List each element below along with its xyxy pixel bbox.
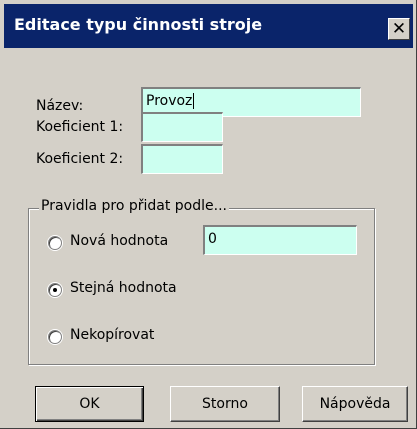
- radio-stejna-hodnota[interactable]: [48, 283, 62, 297]
- radio-nekopirovat[interactable]: [48, 330, 62, 344]
- close-button[interactable]: ✕: [388, 18, 410, 40]
- koeficient2-label: Koeficient 2:: [36, 151, 124, 167]
- dialog-window: Editace typu činnosti stroje ✕ Název: Pr…: [0, 0, 417, 429]
- nova-hodnota-input[interactable]: 0: [203, 225, 357, 255]
- radio-nova-hodnota[interactable]: [48, 236, 62, 250]
- napoveda-button[interactable]: Nápověda: [302, 386, 408, 422]
- radio-nekopirovat-label[interactable]: Nekopírovat: [70, 327, 154, 343]
- title-bar[interactable]: Editace typu činnosti stroje ✕: [4, 4, 413, 48]
- storno-button[interactable]: Storno: [170, 386, 280, 422]
- nova-hodnota-value: 0: [208, 231, 217, 247]
- nazev-label: Název:: [36, 98, 84, 114]
- window-title: Editace typu činnosti stroje: [14, 15, 263, 34]
- koeficient2-input[interactable]: [141, 144, 223, 174]
- ok-button[interactable]: OK: [35, 386, 144, 422]
- radio-nova-hodnota-label[interactable]: Nová hodnota: [70, 233, 168, 249]
- nazev-value: Provoz: [146, 93, 193, 109]
- rules-legend: Pravidla pro přidat podle...: [39, 198, 229, 214]
- radio-stejna-hodnota-label[interactable]: Stejná hodnota: [70, 280, 177, 296]
- koeficient1-label: Koeficient 1:: [36, 119, 124, 135]
- text-caret: [193, 93, 195, 109]
- koeficient1-input[interactable]: [141, 112, 223, 142]
- close-icon: ✕: [391, 19, 407, 39]
